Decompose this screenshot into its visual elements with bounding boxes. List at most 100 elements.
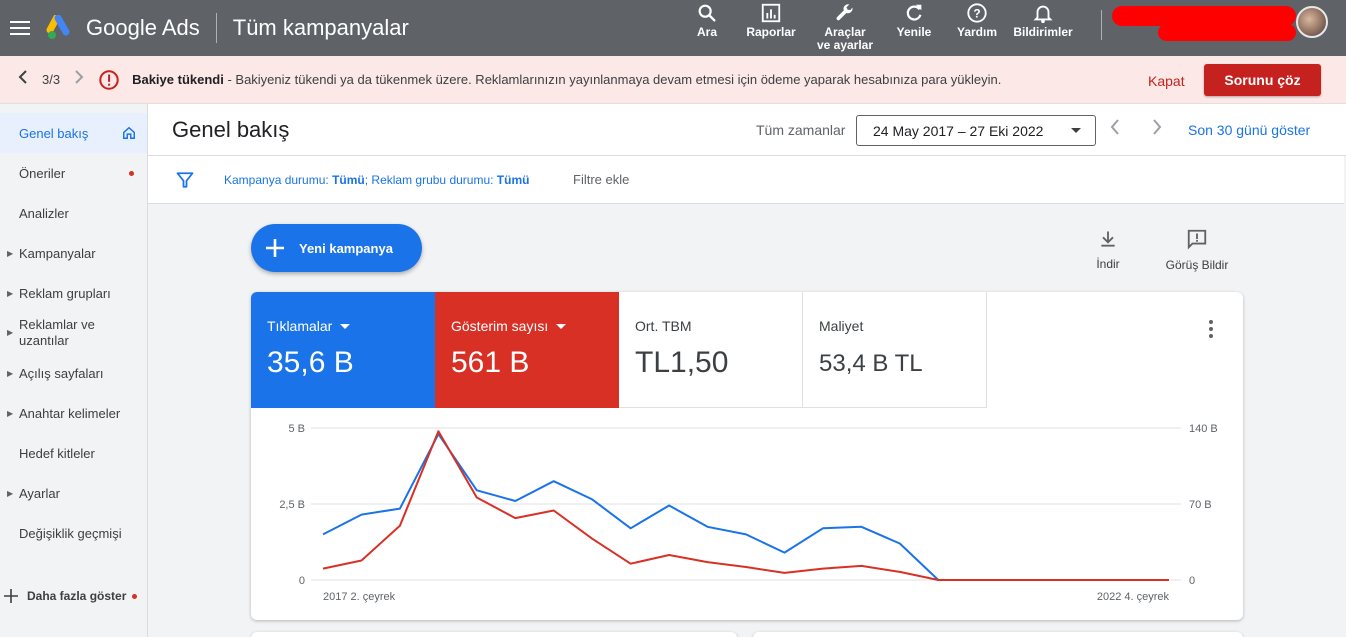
reports-label: Raporlar	[746, 25, 796, 39]
search-button[interactable]: Ara	[680, 0, 734, 56]
expand-caret-icon: ▶	[7, 248, 14, 258]
metric-cost[interactable]: Maliyet 53,4 B TL	[803, 292, 987, 408]
wrench-icon	[836, 4, 853, 21]
sidebar-item-keywords[interactable]: ▶ Anahtar kelimeler	[0, 393, 147, 433]
sidebar-item-ads-extensions[interactable]: ▶ Reklamlar ve uzantılar	[0, 313, 147, 353]
alert-title: Bakiye tükendi	[132, 72, 224, 87]
notification-dot	[132, 593, 138, 599]
dropdown-arrow-icon	[1071, 128, 1081, 133]
sidebar-item-label: Analizler	[19, 205, 69, 221]
campaign-status-filter-label: Kampanya durumu:	[224, 173, 333, 187]
metric-clicks[interactable]: Tıklamalar 35,6 B	[251, 292, 435, 408]
chevron-left-icon	[1110, 119, 1119, 135]
sidebar-item-label: Açılış sayfaları	[19, 365, 104, 381]
alert-message: Bakiye tükendi - Bakiyeniz tükendi ya da…	[132, 72, 1001, 87]
left-axis-tick-label: 0	[299, 575, 305, 587]
sidebar-item-landing-pages[interactable]: ▶ Açılış sayfaları	[0, 353, 147, 393]
reports-button[interactable]: Raporlar	[734, 0, 808, 56]
sidebar-item-label: Anahtar kelimeler	[19, 405, 121, 421]
google-ads-icon	[46, 15, 70, 39]
dropdown-arrow-icon	[340, 323, 351, 329]
sidebar-item-label: Hedef kitleler	[19, 445, 95, 461]
sidebar-item-settings[interactable]: ▶ Ayarlar	[0, 473, 147, 513]
prev-alert-button[interactable]	[18, 70, 28, 89]
sidebar-item-ad-groups[interactable]: ▶ Reklam grupları	[0, 273, 147, 313]
new-campaign-label: Yeni kampanya	[299, 240, 393, 256]
overview-header: Genel bakış Tüm zamanlar 24 May 2017 – 2…	[148, 104, 1346, 156]
metric-impressions[interactable]: Gösterim sayısı 561 B	[435, 292, 619, 408]
refresh-icon	[906, 4, 922, 21]
filter-icon[interactable]	[176, 171, 194, 189]
expand-caret-icon: ▶	[7, 368, 14, 378]
date-range-picker[interactable]: 24 May 2017 – 27 Eki 2022	[856, 115, 1096, 146]
next-alert-button[interactable]	[74, 70, 84, 89]
sidebar-item-insights[interactable]: Analizler	[0, 193, 147, 233]
fix-issue-button[interactable]: Sorunu çöz	[1204, 64, 1321, 96]
expand-caret-icon: ▶	[7, 328, 14, 337]
app-name: Google Ads	[86, 15, 200, 40]
more-options-icon[interactable]	[1201, 318, 1221, 340]
hamburger-icon	[10, 21, 30, 35]
chevron-left-icon	[18, 70, 27, 84]
new-campaign-button[interactable]: Yeni kampanya	[251, 224, 422, 272]
notifications-button[interactable]: Bildirimler	[1008, 0, 1078, 56]
metric-value: 35,6 B	[267, 346, 354, 379]
sidebar: Genel bakış Öneriler Analizler ▶ Kampany…	[0, 104, 148, 637]
sidebar-item-label: Reklamlar ve uzantılar	[19, 317, 95, 348]
left-axis-tick-label: 5 B	[288, 423, 305, 435]
add-filter-button[interactable]: Filtre ekle	[573, 172, 629, 187]
sidebar-item-campaigns[interactable]: ▶ Kampanyalar	[0, 233, 147, 273]
home-icon	[123, 126, 135, 139]
sidebar-item-overview[interactable]: Genel bakış	[0, 113, 147, 153]
performance-chart: 5 B 140 B 2,5 B 70 B 0 0 2017 2. çeyrek 2022 4.…	[279, 423, 1218, 603]
x-axis-start-label: 2017 2. çeyrek	[323, 591, 396, 603]
expand-caret-icon: ▶	[7, 488, 14, 498]
right-axis-tick-label: 0	[1189, 575, 1195, 587]
metric-label: Tıklamalar	[267, 318, 333, 334]
notification-dot	[129, 170, 134, 176]
redacted-account-id	[1158, 24, 1296, 41]
prev-period-button[interactable]	[1110, 118, 1120, 141]
right-axis-tick-label: 140 B	[1189, 423, 1218, 435]
help-label: Yardım	[956, 25, 998, 39]
feedback-button[interactable]: Görüş Bildir	[1162, 228, 1232, 272]
show-last-30-days-link[interactable]: Son 30 günü göster	[1188, 122, 1310, 138]
sidebar-item-recommendations[interactable]: Öneriler	[0, 153, 147, 193]
main-menu-button[interactable]	[0, 0, 40, 56]
refresh-label: Yenile	[896, 25, 932, 39]
sidebar-item-label: Reklam grupları	[19, 285, 111, 301]
refresh-button[interactable]: Yenile	[882, 0, 946, 56]
tools-settings-button[interactable]: Araçlar ve ayarlar	[808, 0, 882, 56]
help-button[interactable]: ? Yardım	[946, 0, 1008, 56]
metric-label: Gösterim sayısı	[451, 318, 549, 334]
plus-icon	[266, 239, 284, 257]
sidebar-item-audiences[interactable]: Hedef kitleler	[0, 433, 147, 473]
metric-label: Ort. TBM	[635, 318, 692, 334]
sidebar-item-change-history[interactable]: Değişiklik geçmişi	[0, 513, 147, 553]
download-label: İndir	[1096, 257, 1120, 271]
sidebar-item-label: Genel bakış	[19, 125, 89, 141]
dismiss-button[interactable]: Kapat	[1148, 73, 1185, 89]
google-ads-logo[interactable]: Google Ads	[46, 15, 200, 41]
feedback-icon	[1187, 229, 1207, 250]
next-period-button[interactable]	[1152, 118, 1162, 141]
top-bar: Google Ads Tüm kampanyalar Ara Raporlar …	[0, 0, 1346, 56]
page-heading: Tüm kampanyalar	[232, 15, 409, 40]
ad-group-status-filter-value: Tümü	[496, 173, 530, 187]
date-range-value: 24 May 2017 – 27 Eki 2022	[873, 122, 1044, 139]
tools-settings-label: Araçlar ve ayarlar	[816, 25, 874, 52]
metric-avg-cpc[interactable]: Ort. TBM TL1,50	[619, 292, 803, 408]
next-card-left	[251, 632, 737, 637]
svg-text:?: ?	[973, 7, 980, 21]
balance-alert-bar: 3/3 Bakiye tükendi - Bakiyeniz tükendi y…	[0, 56, 1346, 104]
campaign-status-filter-value: Tümü	[332, 173, 365, 187]
error-icon	[99, 69, 119, 90]
show-more-button[interactable]: Daha fazla göster	[0, 584, 138, 608]
redacted-account-name	[1112, 6, 1296, 26]
active-filters[interactable]: Kampanya durumu: Tümü; Reklam grubu duru…	[224, 173, 529, 187]
download-button[interactable]: İndir	[1093, 229, 1123, 271]
notifications-label: Bildirimler	[1013, 25, 1073, 39]
avatar[interactable]	[1296, 6, 1328, 38]
alert-body: - Bakiyeniz tükendi ya da tükenmek üzere…	[223, 72, 1002, 87]
metric-value: 561 B	[451, 346, 530, 379]
